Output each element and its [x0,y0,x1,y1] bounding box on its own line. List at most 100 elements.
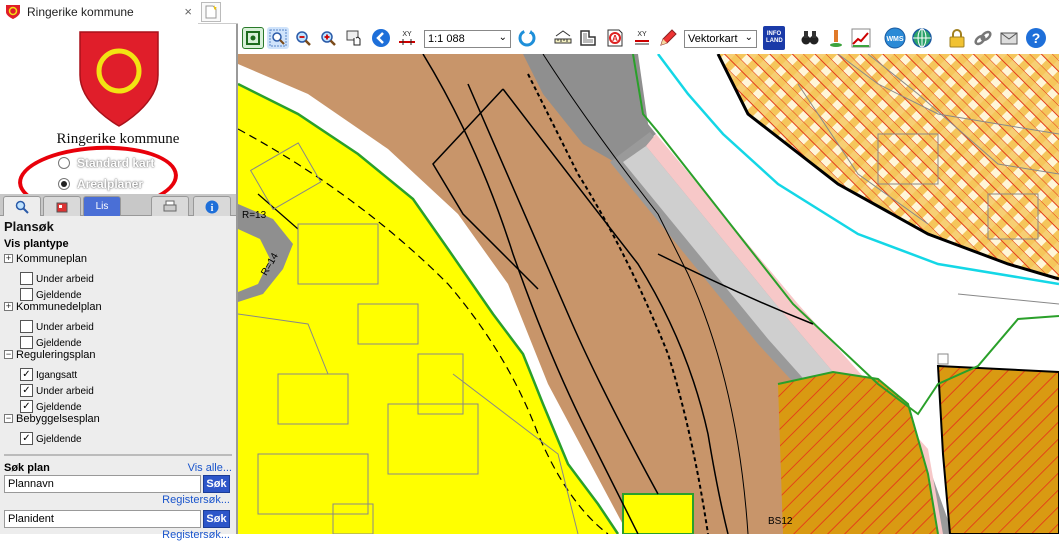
svg-text:A: A [612,34,618,43]
browser-tab-bar: Ringerike kommune × [0,0,238,24]
option-row[interactable]: Under arbeid [20,266,232,285]
collapse-toggle[interactable]: − [4,350,13,359]
panel-tabs: Lis i [0,194,236,217]
planident-input[interactable] [4,510,201,528]
zoom-extent-button[interactable] [242,27,264,49]
checkbox[interactable] [20,336,33,349]
identify-icon: A [607,29,623,47]
map-label-bs12: BS12 [768,516,793,527]
pencil-icon [660,29,677,46]
map-view[interactable]: R=13 R=14 BS12 [238,54,1059,534]
group-label: Kommuneplan [16,252,87,265]
expand-toggle[interactable]: + [4,254,13,263]
vis-plantype-heading: Vis plantype [4,238,69,250]
browser-tab-title: Ringerike kommune [27,5,134,19]
profile-button[interactable] [850,27,872,49]
coordinate-xy-icon: XY [399,31,415,45]
streetview-button[interactable] [799,27,821,49]
registersok-link[interactable]: Registersøk... [4,494,232,506]
tab-print[interactable] [151,196,189,216]
option-label: Under arbeid [36,322,94,333]
expand-toggle[interactable]: + [4,302,13,311]
group-reguleringsplan[interactable]: − Reguleringsplan [4,347,232,362]
group-label: Bebyggelsesplan [16,412,100,425]
back-button[interactable] [370,27,392,49]
zoning-map[interactable]: R=13 R=14 BS12 [238,54,1059,534]
new-tab-button[interactable] [201,2,221,22]
zoom-extent-icon [246,31,260,45]
vis-alle-link[interactable]: Vis alle... [188,462,232,474]
refresh-button[interactable] [516,27,538,49]
checkbox[interactable] [20,272,33,285]
tab-lister-label: Lis [95,201,109,212]
option-row[interactable]: ✓ Gjeldende [20,426,232,445]
option-label: Gjeldende [36,434,82,445]
new-tab-icon [205,5,217,19]
group-bebyggelsesplan[interactable]: − Bebyggelsesplan [4,411,232,426]
tab-info[interactable]: i [193,196,231,216]
help-icon: ? [1026,28,1046,48]
browser-tab[interactable]: Ringerike kommune × [0,0,198,24]
option-label: Gjeldende [36,402,82,413]
envelope-icon [1000,32,1018,45]
planident-search-button[interactable]: Søk [203,510,230,528]
refresh-icon [518,29,536,47]
measure-distance-button[interactable] [552,27,574,49]
plannavn-input[interactable] [4,475,201,493]
checkbox-checked[interactable]: ✓ [20,368,33,381]
link-icon [974,30,992,46]
measure-area-button[interactable] [577,27,599,49]
help-button[interactable]: ? [1025,27,1047,49]
svg-text:XY: XY [637,31,647,38]
zoom-in-button[interactable] [317,27,339,49]
scale-select[interactable]: 1:1 088 ⌄ [424,30,511,48]
svg-text:XY: XY [402,31,412,38]
plannavn-row: Søk [4,475,232,493]
svg-text:i: i [211,203,214,214]
group-kommuneplan[interactable]: + Kommuneplan [4,251,232,266]
tab-lister[interactable]: Lis [83,196,121,216]
globe-icon [912,28,932,48]
checkbox-checked[interactable]: ✓ [20,400,33,413]
svg-text:?: ? [1032,30,1041,46]
map-label-r13: R=13 [242,210,267,221]
lock-button[interactable] [946,27,968,49]
pan-button[interactable] [343,27,365,49]
layers-icon [56,202,68,212]
zoom-in-icon [321,31,336,46]
zoom-out-button[interactable] [292,27,314,49]
checkbox-checked[interactable]: ✓ [20,384,33,397]
zoom-box-button[interactable] [267,27,289,49]
plansok-panel: Plansøk Vis plantype + Kommuneplan Under… [0,216,236,541]
wms-button[interactable]: WMS [884,27,906,49]
option-row[interactable]: ✓ Igangsatt [20,362,232,381]
option-row[interactable]: Under arbeid [20,314,232,333]
xy-info-button[interactable]: XY [631,27,653,49]
email-button[interactable] [998,27,1020,49]
printer-icon [163,200,177,211]
map-style-select[interactable]: Vektorkart ⌄ [684,30,757,48]
panel-title: Plansøk [4,219,54,234]
option-label: Gjeldende [36,338,82,349]
tab-layers[interactable] [43,196,81,216]
search-plan-title: Søk plan [4,462,50,474]
checkbox[interactable] [20,320,33,333]
tab-search[interactable] [3,196,41,217]
chevron-down-icon: ⌄ [498,32,507,43]
place-marker-button[interactable] [825,27,847,49]
draw-button[interactable] [657,27,679,49]
checkbox-checked[interactable]: ✓ [20,432,33,445]
link-button[interactable] [972,27,994,49]
registersok-link-2[interactable]: Registersøk... [4,529,232,541]
infoland-button[interactable]: INFO LAND [763,26,785,50]
identify-button[interactable]: A [604,27,626,49]
plannavn-search-button[interactable]: Søk [203,475,230,493]
globe-button[interactable] [911,27,933,49]
option-label: Igangsatt [36,370,78,381]
group-kommunedelplan[interactable]: + Kommunedelplan [4,299,232,314]
checkbox[interactable] [20,288,33,301]
map-style-value: Vektorkart [688,33,738,45]
goto-xy-button[interactable]: XY [396,27,418,49]
tab-close-icon[interactable]: × [184,4,192,19]
collapse-toggle[interactable]: − [4,414,13,423]
